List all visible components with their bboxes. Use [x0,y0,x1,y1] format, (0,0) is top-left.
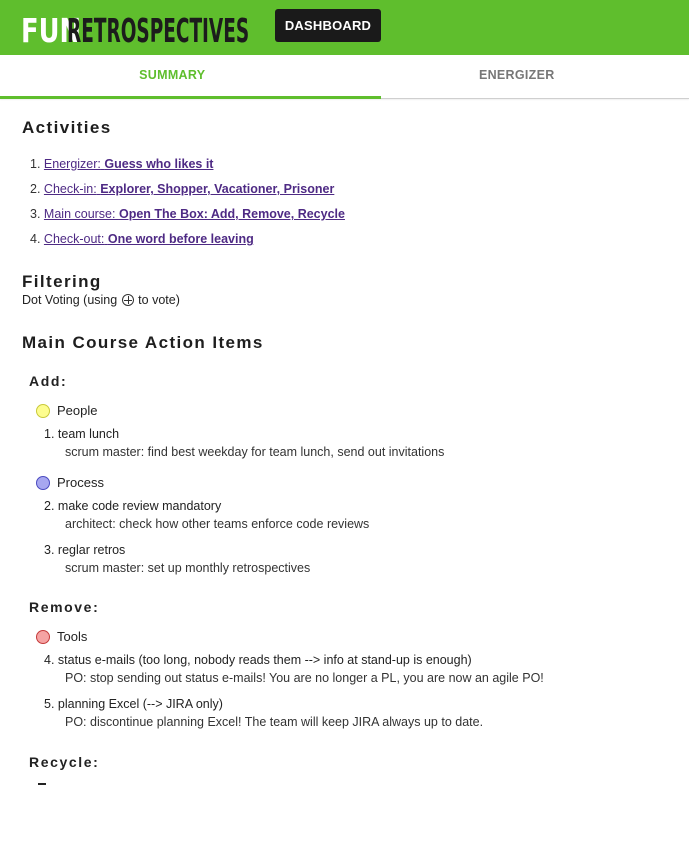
category-tools: Tools [36,629,667,644]
category-people: People [36,403,667,418]
action-items-heading: Main Course Action Items [22,333,264,352]
category-label: People [57,403,98,418]
activity-item: 1. Energizer: Guess who likes it [30,152,667,177]
activity-name: Open The Box: Add, Remove, Recycle [118,207,345,221]
filtering-description: Dot Voting (using to vote) [22,293,667,307]
action-item-title: 1. team lunch [44,427,120,441]
activity-type: Check-out: [43,232,105,246]
category-label: Process [57,475,104,490]
tab-summary[interactable]: SUMMARY [0,55,345,98]
logo-fun-text: FUN [21,11,82,50]
action-item-description: architect: check how other teams enforce… [65,517,370,531]
activity-name: Guess who likes it [104,157,214,171]
filtering-heading: Filtering [22,272,102,291]
activity-number: 1. [30,157,41,171]
activity-link-main-course[interactable]: Main course: Open The Box: Add, Remove, … [44,207,345,221]
activity-link-check-out[interactable]: Check-out: One word before leaving [44,232,254,246]
activities-heading: Activities [22,118,112,137]
action-item-description: scrum master: set up monthly retrospecti… [65,561,311,575]
logo-retro-text: RETROSPECTIVES [67,11,250,50]
action-item-title: 4. status e-mails (too long, nobody read… [44,653,472,667]
activity-type: Main course: [43,207,116,221]
process-color-dot [36,475,50,490]
action-item: 2. make code review mandatory architect:… [44,498,667,533]
filtering-text-after: to vote) [138,293,180,307]
activity-item: 2. Check-in: Explorer, Shopper, Vacation… [30,177,667,202]
activity-number: 3. [30,207,41,221]
activity-type: Energizer: [43,157,101,171]
action-item-description: PO: stop sending out status e-mails! You… [65,671,544,685]
action-item: 4. status e-mails (too long, nobody read… [44,652,667,687]
activity-item: 4. Check-out: One word before leaving [30,227,667,252]
category-process: Process [36,475,667,490]
activity-item: 3. Main course: Open The Box: Add, Remov… [30,202,667,227]
add-section-heading: Add: [29,373,68,389]
activity-name: One word before leaving [107,232,254,246]
summary-content: Activities 1. Energizer: Guess who likes… [0,118,689,785]
tab-bar: SUMMARY ENERGIZER [0,55,689,99]
active-tab-indicator [0,96,381,99]
activities-list: 1. Energizer: Guess who likes it 2. Chec… [30,152,667,252]
action-item-title: 2. make code review mandatory [44,499,222,513]
activity-number: 4. [30,232,41,246]
filtering-text-before: Dot Voting (using [22,293,118,307]
plus-circle-icon [121,294,134,306]
category-label: Tools [57,629,88,644]
activity-type: Check-in: [43,182,97,196]
activity-number: 2. [30,182,41,196]
dashboard-button[interactable]: DASHBOARD [275,9,381,42]
activity-link-energizer[interactable]: Energizer: Guess who likes it [44,157,214,171]
top-bar: FUN RETROSPECTIVES DASHBOARD [0,0,689,55]
people-color-dot [36,403,50,418]
action-item-title: 3. reglar retros [44,543,126,557]
action-item-description: scrum master: find best weekday for team… [65,445,445,459]
action-item: 3. reglar retros scrum master: set up mo… [44,542,667,577]
action-item-title: 5. planning Excel (--> JIRA only) [44,697,223,711]
empty-dash [38,783,46,785]
remove-section-heading: Remove: [29,599,100,615]
tools-color-dot [36,629,50,644]
action-item: 5. planning Excel (--> JIRA only) PO: di… [44,696,667,731]
activity-link-check-in[interactable]: Check-in: Explorer, Shopper, Vacationer,… [44,182,334,196]
action-item: 1. team lunch scrum master: find best we… [44,426,667,461]
tab-energizer[interactable]: ENERGIZER [345,55,689,98]
activity-name: Explorer, Shopper, Vacationer, Prisoner [100,182,335,196]
action-item-description: PO: discontinue planning Excel! The team… [65,715,484,729]
recycle-section-heading: Recycle: [29,754,100,770]
